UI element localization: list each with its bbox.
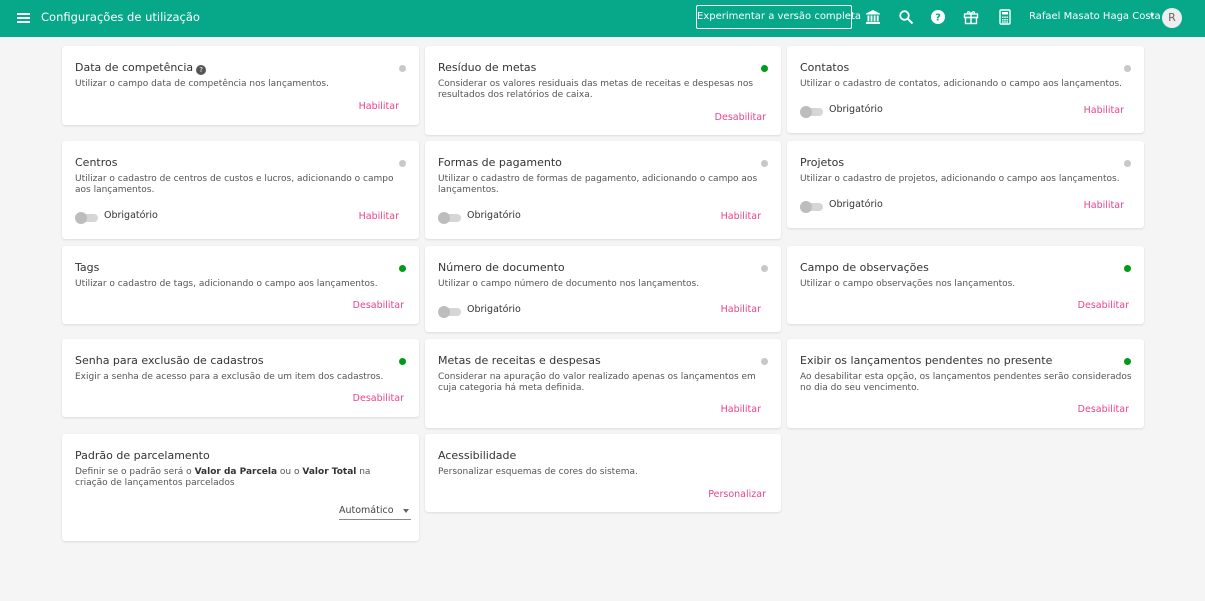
enable-button[interactable]: Habilitar [1084, 105, 1124, 116]
card-centros: Centros Utilizar o cadastro de centros d… [62, 141, 419, 239]
card-title: Metas de receitas e despesas [438, 354, 601, 367]
required-label: Obrigatório [467, 304, 521, 315]
card-observacoes: Campo de observações Utilizar o campo ob… [787, 246, 1144, 324]
status-dot [761, 160, 768, 167]
svg-text:?: ? [935, 13, 941, 24]
status-dot [1124, 65, 1131, 72]
enable-button[interactable]: Habilitar [359, 211, 399, 222]
card-title: Exibir os lançamentos pendentes no prese… [800, 354, 1053, 367]
gift-icon[interactable] [963, 9, 979, 25]
dropdown-arrow-icon [403, 509, 409, 513]
status-dot [399, 265, 406, 272]
help-icon[interactable]: ? [930, 9, 946, 25]
card-contatos: Contatos Utilizar o cadastro de contatos… [787, 46, 1144, 133]
card-description: Utilizar o cadastro de contatos, adicion… [800, 79, 1123, 89]
required-toggle[interactable] [800, 201, 823, 213]
card-formas-pagamento: Formas de pagamento Utilizar o cadastro … [425, 141, 781, 239]
status-dot [399, 65, 406, 72]
card-metas-receitas: Metas de receitas e despesas Considerar … [425, 339, 781, 428]
card-description: Utilizar o cadastro de formas de pagamen… [438, 174, 758, 195]
card-description: Ao desabilitar esta opção, os lançamento… [800, 372, 1132, 393]
required-label: Obrigatório [467, 210, 521, 221]
card-description: Personalizar esquemas de cores do sistem… [438, 467, 638, 477]
card-title: Projetos [800, 156, 845, 169]
card-description: Utilizar o campo número de documento nos… [438, 279, 700, 289]
card-title: Formas de pagamento [438, 156, 562, 169]
required-toggle[interactable] [438, 212, 461, 224]
required-label: Obrigatório [829, 199, 883, 210]
card-description: Utilizar o cadastro de centros de custos… [75, 174, 394, 195]
top-app-bar: Configurações de utilização Experimentar… [0, 0, 1205, 37]
card-lancamentos-pendentes: Exibir os lançamentos pendentes no prese… [787, 339, 1144, 428]
required-toggle[interactable] [75, 212, 98, 224]
required-label: Obrigatório [829, 104, 883, 115]
status-dot [399, 160, 406, 167]
bank-icon[interactable] [865, 9, 881, 25]
card-title: Centros [75, 156, 118, 169]
card-title: Campo de observações [800, 261, 929, 274]
enable-button[interactable]: Habilitar [359, 101, 399, 112]
customize-button[interactable]: Personalizar [708, 489, 766, 500]
card-description: Utilizar o campo data de competência nos… [75, 79, 329, 89]
card-title: Acessibilidade [438, 449, 517, 462]
status-dot [1124, 358, 1131, 365]
card-description: Considerar os valores residuais das meta… [438, 79, 754, 100]
card-title: Resíduo de metas [438, 61, 537, 74]
status-dot [761, 65, 768, 72]
card-description: Exigir a senha de acesso para a exclusão… [75, 372, 384, 382]
enable-button[interactable]: Habilitar [721, 304, 761, 315]
disable-button[interactable]: Desabilitar [353, 300, 404, 311]
card-title: Número de documento [438, 261, 565, 274]
enable-button[interactable]: Habilitar [1084, 200, 1124, 211]
disable-button[interactable]: Desabilitar [1078, 404, 1129, 415]
chevron-down-icon[interactable]: ▾ [1150, 11, 1154, 20]
user-name[interactable]: Rafael Masato Haga Costa [1029, 11, 1161, 22]
card-numero-documento: Número de documento Utilizar o campo núm… [425, 246, 781, 332]
card-projetos: Projetos Utilizar o cadastro de projetos… [787, 141, 1144, 228]
hamburger-menu-icon[interactable] [16, 10, 34, 26]
card-title: Data de competência? [75, 61, 207, 75]
enable-button[interactable]: Habilitar [721, 404, 761, 415]
required-toggle[interactable] [800, 106, 823, 118]
enable-button[interactable]: Habilitar [721, 211, 761, 222]
card-description: Utilizar o cadastro de tags, adicionando… [75, 279, 378, 289]
try-full-version-button[interactable]: Experimentar a versão completa [696, 5, 861, 29]
required-label: Obrigatório [104, 210, 158, 221]
avatar[interactable]: R [1162, 8, 1182, 28]
disable-button[interactable]: Desabilitar [353, 393, 404, 404]
disable-button[interactable]: Desabilitar [1078, 300, 1129, 311]
card-description: Definir se o padrão será o Valor da Parc… [75, 467, 371, 488]
disable-button[interactable]: Desabilitar [715, 112, 766, 123]
card-data-competencia: Data de competência? Utilizar o campo da… [62, 46, 419, 125]
card-title: Padrão de parcelamento [75, 449, 210, 462]
card-senha-exclusao: Senha para exclusão de cadastros Exigir … [62, 339, 419, 417]
card-padrao-parcelamento: Padrão de parcelamento Definir se o padr… [62, 434, 419, 541]
page-title: Configurações de utilização [41, 10, 200, 24]
card-title: Tags [75, 261, 100, 274]
card-description: Considerar na apuração do valor realizad… [438, 372, 756, 393]
card-title: Senha para exclusão de cadastros [75, 354, 264, 367]
installment-default-select[interactable]: Automático [339, 505, 411, 520]
card-description: Utilizar o cadastro de projetos, adicion… [800, 174, 1120, 184]
calculator-icon[interactable] [997, 9, 1013, 25]
required-toggle[interactable] [438, 306, 461, 318]
select-value: Automático [339, 505, 394, 516]
status-dot [761, 265, 768, 272]
status-dot [1124, 160, 1131, 167]
help-circle-icon[interactable]: ? [196, 65, 207, 75]
card-residuo-metas: Resíduo de metas Considerar os valores r… [425, 46, 781, 135]
card-description: Utilizar o campo observações nos lançame… [800, 279, 1016, 289]
card-acessibilidade: Acessibilidade Personalizar esquemas de … [425, 434, 781, 512]
search-icon[interactable] [898, 9, 914, 25]
status-dot [399, 358, 406, 365]
card-tags: Tags Utilizar o cadastro de tags, adicio… [62, 246, 419, 324]
card-title: Contatos [800, 61, 850, 74]
status-dot [761, 358, 768, 365]
status-dot [1124, 265, 1131, 272]
